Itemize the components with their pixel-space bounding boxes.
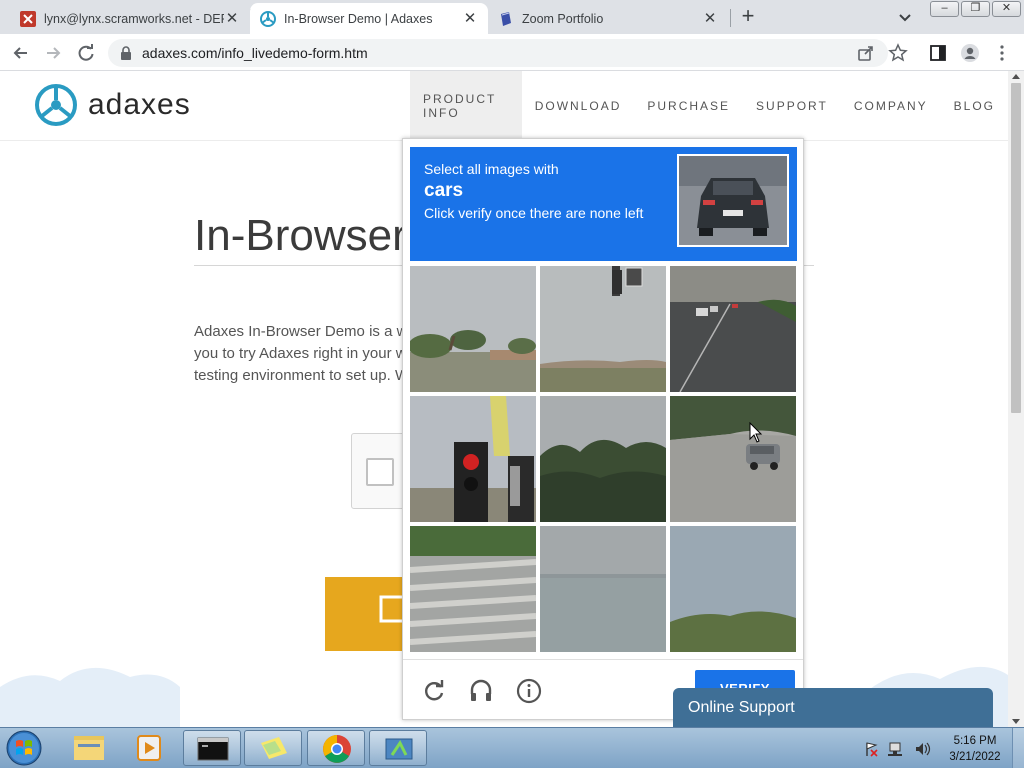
media-player-icon bbox=[137, 735, 161, 761]
main-nav: PRODUCT INFO DOWNLOAD PURCHASE SUPPORT C… bbox=[410, 71, 1008, 141]
app-window-icon bbox=[385, 738, 413, 760]
more-menu-icon[interactable] bbox=[992, 43, 1012, 63]
system-tray bbox=[866, 742, 931, 757]
info-icon[interactable] bbox=[516, 678, 542, 704]
volume-icon bbox=[916, 742, 931, 756]
restore-button[interactable]: ❐ bbox=[961, 1, 990, 17]
intro-text: Adaxes In-Browser Demo is a wel you to t… bbox=[194, 321, 404, 387]
forward-arrow-icon[interactable] bbox=[42, 42, 64, 64]
tile-palm-trees[interactable] bbox=[410, 266, 536, 392]
scroll-down-arrow-icon[interactable] bbox=[1012, 719, 1020, 724]
taskbar-app[interactable] bbox=[369, 730, 427, 766]
book-favicon-icon bbox=[501, 11, 511, 26]
adaxes-logo-icon bbox=[35, 84, 77, 126]
scrollbar-thumb[interactable] bbox=[1011, 83, 1021, 413]
chevron-down-icon[interactable] bbox=[896, 9, 914, 25]
url-text[interactable]: adaxes.com/info_livedemo-form.htm bbox=[142, 45, 368, 61]
action-center-flag-icon bbox=[866, 742, 878, 757]
nav-company[interactable]: COMPANY bbox=[841, 71, 941, 141]
intro-line: you to try Adaxes right in your we bbox=[194, 345, 404, 362]
nav-purchase[interactable]: PURCHASE bbox=[634, 71, 743, 141]
intro-line: Adaxes In-Browser Demo is a wel bbox=[194, 323, 404, 340]
scroll-up-arrow-icon[interactable] bbox=[1012, 74, 1020, 79]
back-arrow-icon[interactable] bbox=[10, 42, 32, 64]
reload-challenge-icon[interactable] bbox=[421, 678, 447, 704]
tab-title: lynx@lynx.scramworks.net - DEPI bbox=[44, 11, 224, 26]
challenge-instruction: Select all images with bbox=[424, 161, 559, 177]
challenge-header: Select all images with cars Click verify… bbox=[410, 147, 797, 261]
lynx-favicon-icon bbox=[20, 10, 36, 27]
tab-adaxes[interactable]: In-Browser Demo | Adaxes ✕ bbox=[250, 3, 488, 34]
tile-grass-hill[interactable] bbox=[670, 526, 796, 652]
omnibox[interactable]: adaxes.com/info_livedemo-form.htm bbox=[108, 39, 888, 67]
clock-time: 5:16 PM bbox=[953, 735, 997, 747]
minimize-button[interactable]: – bbox=[930, 1, 959, 17]
network-icon bbox=[888, 742, 902, 756]
nav-blog[interactable]: BLOG bbox=[941, 71, 1008, 141]
taskbar-clock[interactable]: 5:16 PM 3/21/2022 bbox=[944, 733, 1006, 765]
tile-crosswalk[interactable] bbox=[410, 526, 536, 652]
taskbar-media-player[interactable] bbox=[120, 730, 178, 766]
tab-lynx[interactable]: lynx@lynx.scramworks.net - DEPI ✕ bbox=[10, 3, 250, 34]
taskbar-chrome[interactable] bbox=[307, 730, 365, 766]
recaptcha-checkbox[interactable] bbox=[366, 458, 394, 486]
tile-trees-sky[interactable] bbox=[540, 396, 666, 522]
chrome-icon bbox=[323, 735, 351, 763]
taskbar-explorer[interactable] bbox=[60, 730, 118, 766]
recaptcha-challenge: Select all images with cars Click verify… bbox=[402, 138, 804, 720]
share-icon[interactable] bbox=[856, 43, 876, 63]
tile-sky-field[interactable] bbox=[540, 526, 666, 652]
windows-start-icon[interactable] bbox=[3, 729, 45, 767]
logo-text: adaxes bbox=[88, 88, 191, 121]
close-window-button[interactable]: ✕ bbox=[992, 1, 1021, 17]
page-heading: In-Browser bbox=[194, 211, 407, 260]
close-tab-icon[interactable]: ✕ bbox=[224, 10, 240, 27]
window-controls: – ❐ ✕ bbox=[928, 1, 1021, 17]
folder-icon bbox=[74, 736, 104, 760]
challenge-hint: Click verify once there are none left bbox=[424, 205, 644, 221]
reload-icon[interactable] bbox=[75, 42, 97, 64]
tab-separator bbox=[730, 9, 731, 27]
challenge-target: cars bbox=[424, 180, 464, 201]
command-prompt-icon bbox=[197, 737, 229, 761]
intro-line: testing environment to set up. W bbox=[194, 367, 404, 384]
bookmark-star-icon[interactable] bbox=[888, 43, 908, 63]
close-tab-icon[interactable]: ✕ bbox=[462, 10, 478, 27]
show-desktop-button[interactable] bbox=[1012, 728, 1024, 768]
lock-icon[interactable] bbox=[120, 46, 132, 60]
online-support-chat-button[interactable]: Online Support bbox=[673, 688, 993, 728]
nav-support[interactable]: SUPPORT bbox=[743, 71, 841, 141]
tab-zoom-portfolio[interactable]: Zoom Portfolio ✕ bbox=[488, 3, 728, 34]
tab-title: In-Browser Demo | Adaxes bbox=[284, 11, 433, 26]
tile-road-with-car[interactable] bbox=[670, 396, 796, 522]
mouse-cursor-icon bbox=[749, 422, 763, 443]
tile-traffic-light-sky[interactable] bbox=[540, 266, 666, 392]
taskbar-sticky-notes[interactable] bbox=[244, 730, 302, 766]
tab-title: Zoom Portfolio bbox=[522, 11, 604, 26]
tile-highway-cars[interactable] bbox=[670, 266, 796, 392]
clock-date: 3/21/2022 bbox=[949, 751, 1001, 763]
close-tab-icon[interactable]: ✕ bbox=[702, 10, 718, 27]
windows-taskbar: 5:16 PM 3/21/2022 bbox=[0, 727, 1024, 768]
adaxes-logo[interactable]: adaxes bbox=[34, 83, 191, 127]
audio-challenge-headphones-icon[interactable] bbox=[468, 678, 494, 704]
address-bar-row: adaxes.com/info_livedemo-form.htm bbox=[0, 34, 1024, 71]
site-header: adaxes PRODUCT INFO DOWNLOAD PURCHASE SU… bbox=[0, 71, 1008, 141]
nav-product-info[interactable]: PRODUCT INFO bbox=[410, 71, 522, 141]
new-tab-button[interactable]: + bbox=[736, 5, 760, 29]
adaxes-favicon-icon bbox=[260, 10, 276, 27]
challenge-image-grid bbox=[410, 266, 797, 653]
profile-avatar-icon[interactable] bbox=[960, 43, 980, 63]
nav-download[interactable]: DOWNLOAD bbox=[522, 71, 635, 141]
taskbar-command-prompt[interactable] bbox=[183, 730, 241, 766]
sample-car-image bbox=[677, 154, 789, 247]
tab-strip: lynx@lynx.scramworks.net - DEPI ✕ In-Bro… bbox=[0, 0, 1024, 34]
tile-traffic-light-red[interactable] bbox=[410, 396, 536, 522]
page-scrollbar[interactable] bbox=[1008, 71, 1024, 727]
side-panel-icon[interactable] bbox=[928, 43, 948, 63]
sticky-notes-icon bbox=[261, 737, 287, 759]
